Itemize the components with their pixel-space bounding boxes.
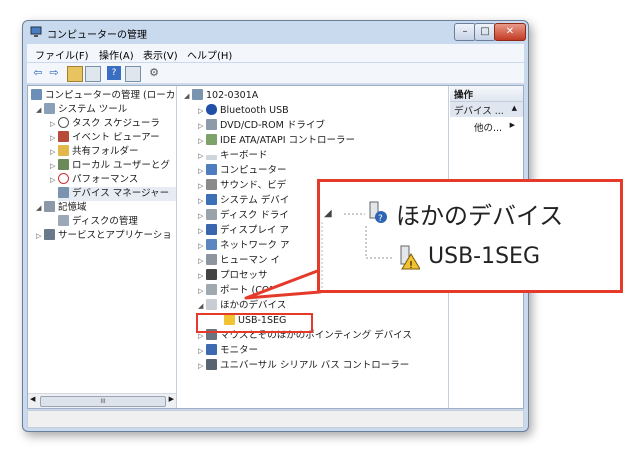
svg-text:?: ? <box>378 214 383 224</box>
expanded-arrow-icon: ◢ <box>324 208 332 219</box>
svg-text:!: ! <box>409 260 413 270</box>
warning-device-icon: ! <box>398 244 421 271</box>
unknown-device-icon: ? <box>368 200 388 224</box>
callout-child-label: USB-1SEG <box>428 244 541 269</box>
callout-parent-label: ほかのデバイス <box>396 202 564 230</box>
zoom-callout: ◢ ? ほかのデバイス ! USB-1SEG <box>317 179 623 293</box>
